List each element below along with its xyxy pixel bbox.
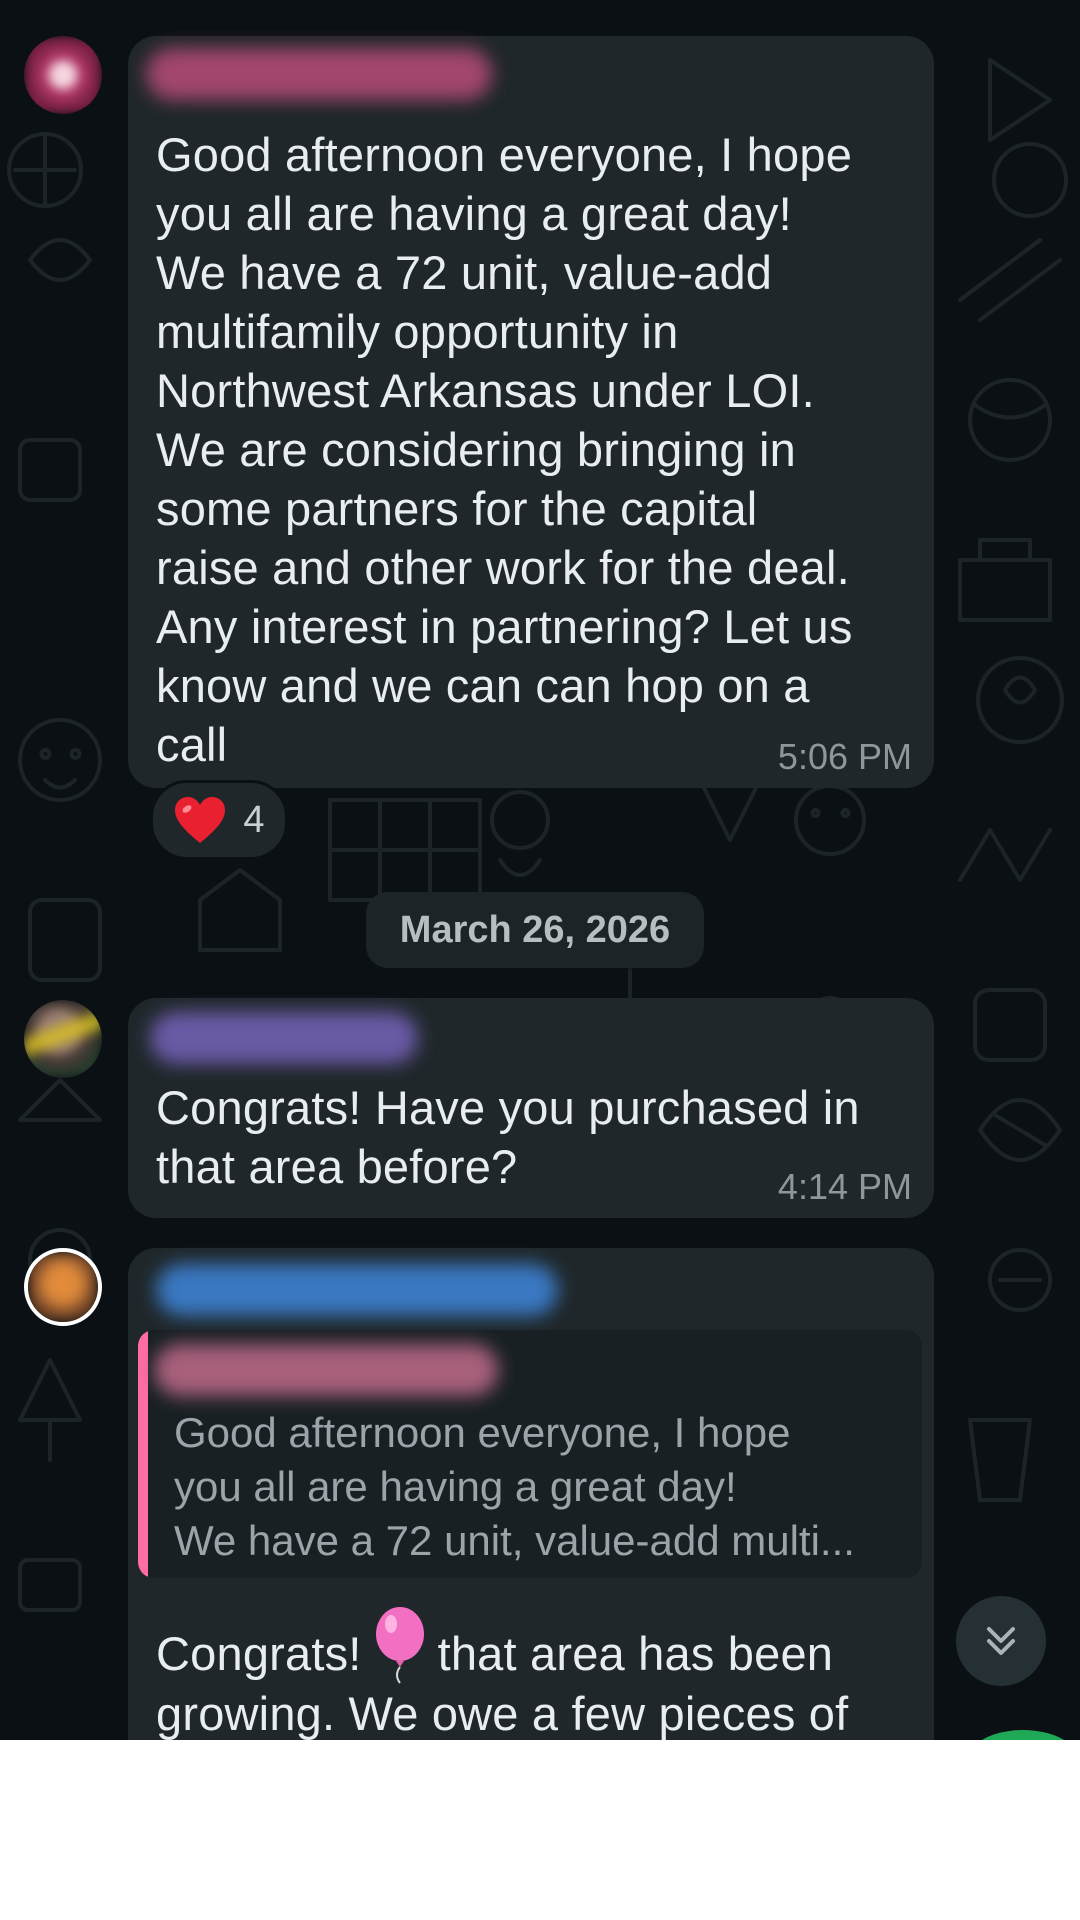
bottom-blank-area (0, 1740, 1080, 1920)
message-timestamp: 5:06 PM (777, 736, 912, 777)
message-timestamp: 4:14 PM (777, 1166, 912, 1207)
quoted-message[interactable]: Good afternoon everyone, I hope you all … (138, 1330, 922, 1578)
chat-background: Good afternoon everyone, I hope you all … (0, 0, 1080, 1740)
sender-name-redacted (150, 1012, 418, 1064)
quote-accent-bar (138, 1330, 148, 1578)
quoted-sender-name-redacted (154, 1344, 498, 1396)
sender-avatar[interactable] (24, 1000, 102, 1078)
message-text: Good afternoon everyone, I hope you all … (156, 128, 853, 771)
double-chevron-down-icon (987, 1627, 1015, 1655)
sender-name-redacted (146, 48, 492, 100)
reaction-count: 4 (243, 798, 265, 841)
message-text-part: Congrats! (156, 1627, 362, 1680)
reaction-badge[interactable]: 4 (150, 780, 288, 860)
sender-name-redacted (156, 1264, 558, 1316)
sender-avatar[interactable] (24, 36, 102, 114)
sender-avatar[interactable] (24, 1248, 102, 1326)
heart-icon (175, 797, 226, 843)
quoted-message-text: Good afternoon everyone, I hope you all … (174, 1409, 855, 1564)
scroll-to-bottom-button[interactable] (956, 1596, 1046, 1686)
message-text-part: that area has been (437, 1627, 834, 1680)
message-text: Congrats! that area has been growing. We… (156, 1606, 946, 1740)
message-text-line: growing. We owe a few pieces of (156, 1687, 849, 1740)
balloon-icon (375, 1607, 424, 1684)
message-bubble[interactable]: Good afternoon everyone, I hope you all … (128, 36, 934, 788)
date-separator: March 26, 2026 (366, 892, 704, 968)
message-bubble[interactable]: Congrats! Have you purchased in that are… (128, 998, 934, 1218)
